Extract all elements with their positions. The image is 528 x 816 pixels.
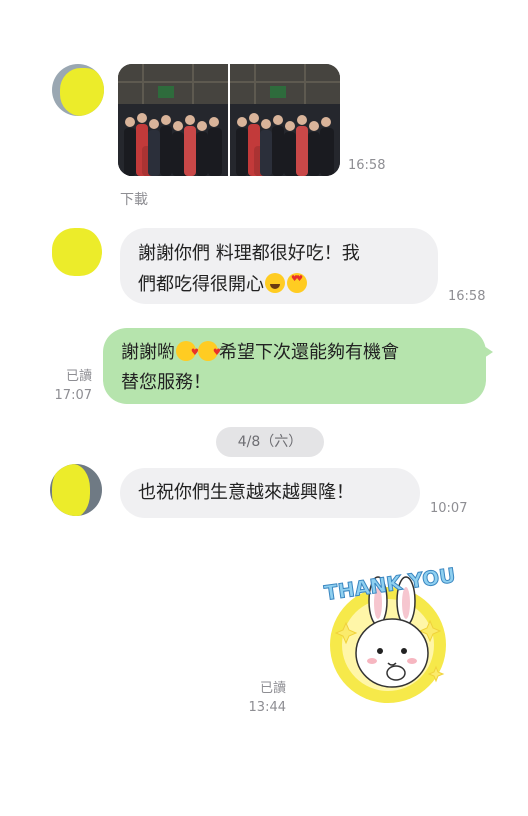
smiling-face-hearts-emoji xyxy=(176,338,199,368)
avatar-blur xyxy=(60,68,104,116)
message-text-line: 們都吃得很開心 xyxy=(138,269,420,300)
photo-thumbnail[interactable] xyxy=(118,64,228,176)
heart-eyes-emoji xyxy=(287,273,307,293)
download-link[interactable]: 下載 xyxy=(120,189,148,209)
incoming-message-bubble[interactable]: 也祝你們生意越來越興隆！ xyxy=(120,468,420,518)
group-photo-image xyxy=(230,64,340,176)
date-separator: 4/8（六） xyxy=(216,427,324,457)
photo-thumbnail[interactable] xyxy=(230,64,340,176)
outgoing-message-bubble[interactable]: 謝謝喲希望下次還能夠有機會 替您服務！ xyxy=(103,328,493,404)
incoming-message-bubble[interactable]: 謝謝你們 料理都很好吃！我 們都吃得很開心 xyxy=(120,228,438,304)
sticker-image: THANK YOU xyxy=(322,562,457,703)
message-time: 17:07 xyxy=(54,388,92,403)
message-time: 10:07 xyxy=(430,501,468,516)
smile-emoji xyxy=(265,273,285,293)
smiling-face-hearts-emoji xyxy=(198,338,221,368)
image-message[interactable] xyxy=(118,64,340,176)
avatar-blur xyxy=(52,228,102,276)
message-text-line: 替您服務！ xyxy=(121,372,211,393)
message-time: 16:58 xyxy=(348,158,386,173)
read-receipt: 已讀 13:44 xyxy=(244,679,286,717)
contact-avatar[interactable] xyxy=(52,64,104,116)
read-label: 已讀 xyxy=(259,681,286,696)
message-text-line: 謝謝喲希望下次還能夠有機會 xyxy=(121,338,468,368)
contact-avatar[interactable] xyxy=(50,464,102,516)
thank-you-sticker[interactable]: THANK YOU xyxy=(310,555,470,705)
bubble-tail xyxy=(481,344,493,360)
avatar-blur xyxy=(52,464,90,516)
message-time: 16:58 xyxy=(448,289,486,304)
message-text: 也祝你們生意越來越興隆！ xyxy=(138,482,354,503)
contact-avatar[interactable] xyxy=(50,226,102,278)
group-photo-image xyxy=(118,64,228,176)
read-receipt: 已讀 17:07 xyxy=(52,367,92,405)
message-text-line: 謝謝你們 料理都很好吃！我 xyxy=(138,243,360,264)
read-label: 已讀 xyxy=(65,369,92,384)
message-time: 13:44 xyxy=(248,700,286,715)
